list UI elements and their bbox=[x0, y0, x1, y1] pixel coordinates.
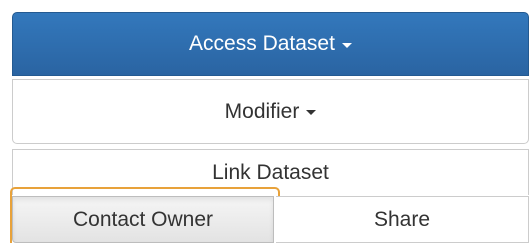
share-label: Share bbox=[373, 207, 431, 231]
dataset-actions-panel: Access Dataset Modifier Link Dataset Con… bbox=[0, 0, 529, 243]
share-button[interactable]: Share bbox=[276, 196, 529, 243]
chevron-down-icon bbox=[341, 42, 352, 48]
access-dataset-label: Access Dataset bbox=[189, 32, 335, 55]
modifier-button[interactable]: Modifier bbox=[12, 79, 529, 144]
access-dataset-button[interactable]: Access Dataset bbox=[12, 12, 529, 76]
contact-owner-label: Contact Owner bbox=[72, 207, 214, 231]
contact-owner-button[interactable]: Contact Owner bbox=[12, 196, 274, 243]
link-dataset-label: Link Dataset bbox=[212, 160, 329, 184]
chevron-down-icon bbox=[306, 110, 317, 115]
modifier-label: Modifier bbox=[224, 99, 300, 123]
link-dataset-button[interactable]: Link Dataset bbox=[12, 149, 529, 195]
